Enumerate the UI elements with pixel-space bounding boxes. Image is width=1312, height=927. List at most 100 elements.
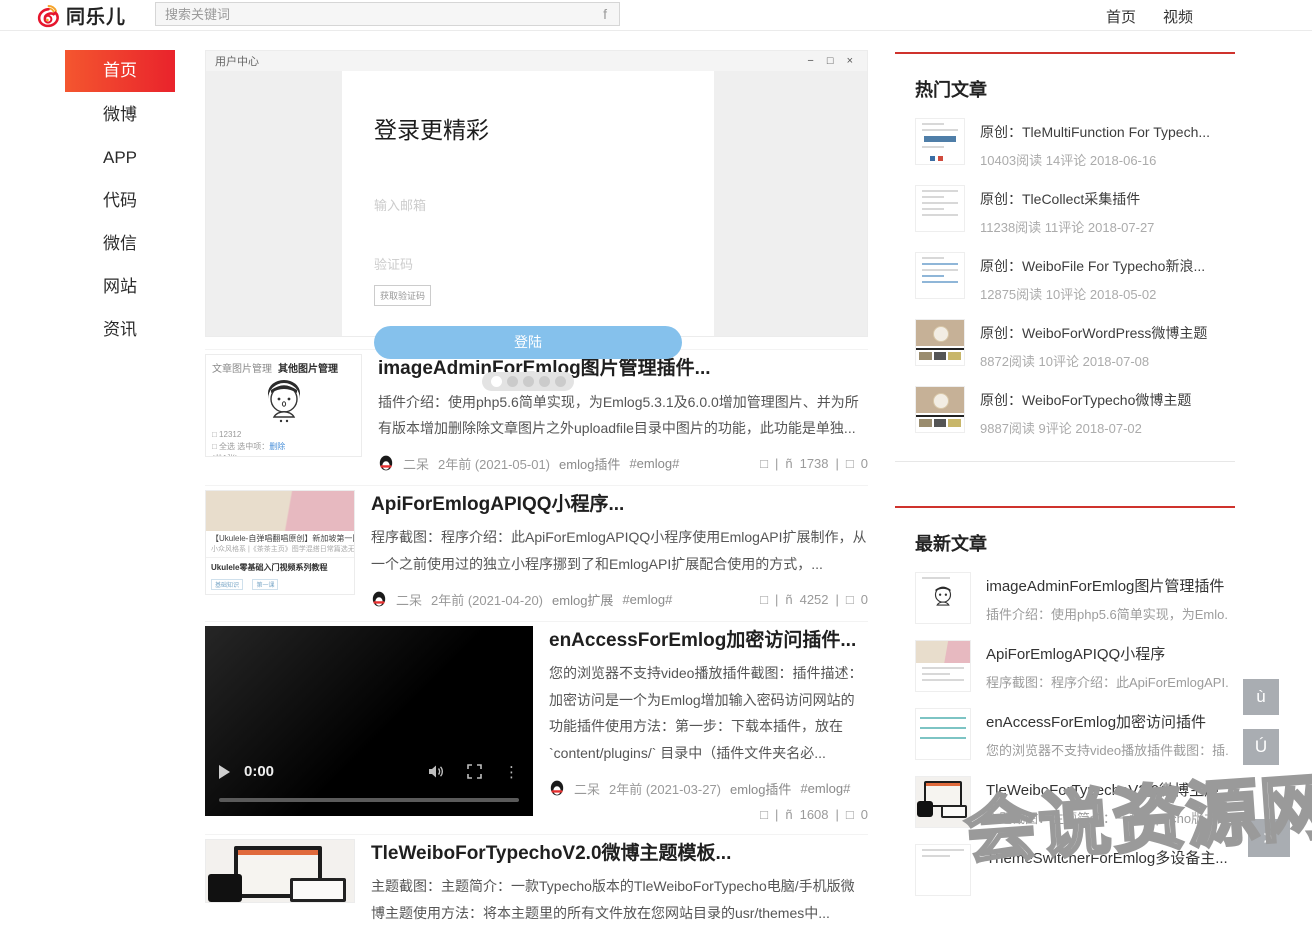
latest-thumb-mock: [915, 844, 971, 896]
latest-thumb-girl-mock: [915, 572, 971, 624]
article1-date: 2年前 (2021-05-01): [438, 456, 551, 472]
hot-item-2[interactable]: 原创：TleCollect采集插件 11238阅读 11评论 2018-07-2…: [895, 185, 1235, 236]
article1-title[interactable]: imageAdminForEmlog图片管理插件...: [378, 356, 868, 382]
video-controls: 0:00 ⋮: [205, 763, 533, 781]
play-button-icon[interactable]: [219, 764, 230, 779]
article2-tag[interactable]: #emlog#: [622, 592, 672, 607]
hot-item-title: 原创：WeiboForWordPress微博主题: [980, 325, 1208, 341]
hot-item-meta: 8872阅读 10评论 2018-07-08: [980, 354, 1150, 369]
dot: [522, 376, 534, 387]
left-sidebar-nav: 首页 微博 APP 代码 微信 网站 资讯: [65, 50, 175, 351]
hot-item-meta: 9887阅读 9评论 2018-07-02: [980, 421, 1142, 436]
fullscreen-icon[interactable]: [467, 764, 482, 779]
thumb-tabs: 文章图片管理 其他图片管理: [212, 364, 338, 375]
article4-thumbnail[interactable]: [205, 838, 355, 903]
mock-captcha-field: 验证码: [374, 257, 414, 272]
article1-excerpt: 插件介绍：使用php5.6简单实现，为Emlog5.3.1及6.0.0增加管理图…: [378, 393, 859, 437]
mock-login-panel: 登录更精彩 输入邮箱 验证码 获取验证码 登陆: [342, 71, 714, 391]
article1-hero-image[interactable]: 用户中心 − □ × 登录更精彩 输入邮箱 验证码 获取验证码 登陆: [205, 50, 868, 391]
top-nav-home[interactable]: 首页: [1106, 6, 1136, 27]
weibo-logo-icon: [36, 3, 63, 29]
views-icon: ñ: [785, 806, 793, 822]
article4-title[interactable]: TleWeiboForTypechoV2.0微博主题模板...: [371, 841, 868, 867]
qq-avatar-icon: [371, 591, 387, 607]
sidebar-item-home[interactable]: 首页: [65, 50, 175, 92]
article3-views: 1608: [799, 806, 829, 822]
mock-window-title: 用户中心: [215, 56, 259, 68]
sidebar-item-wechat[interactable]: 微信: [65, 222, 175, 265]
article3-author: 二呆: [574, 781, 601, 797]
hot-item-3[interactable]: 原创：WeiboFile For Typecho新浪... 12875阅读 10…: [895, 252, 1235, 303]
hot-thumb-theme-mock: [915, 386, 965, 433]
article3-tag[interactable]: #emlog#: [800, 781, 850, 796]
video-time: 0:00: [244, 763, 275, 781]
article2-body: ApiForEmlogAPIQQ小程序... 程序截图：程序介绍：此ApiFor…: [371, 490, 868, 609]
hot-item-1[interactable]: 原创：TleMultiFunction For Typech... 10403阅…: [895, 118, 1235, 169]
article-row-3: 0:00 ⋮ enAccessForEmlog加密访问插件... 您的浏览器不支…: [205, 620, 868, 822]
latest-item-4[interactable]: TleWeiboForTypechoV2.0微博主题... 主题截图：主题简介：…: [895, 776, 1235, 828]
article-row-1: 文章图片管理其他图片管理 □ 12312 □ 全选 选中项：删除 (共1张): [205, 349, 868, 473]
hot-item-title: 原创：TleMultiFunction For Typech...: [980, 124, 1211, 140]
hot-item-meta: 11238阅读 11评论 2018-07-27: [980, 220, 1155, 235]
latest-thumb-devices-mock: [915, 776, 971, 828]
article2-category[interactable]: emlog扩展: [552, 590, 613, 609]
latest-item-3[interactable]: enAccessForEmlog加密访问插件 您的浏览器不支持video播放插件…: [895, 708, 1235, 760]
sidebar-item-app[interactable]: APP: [65, 136, 175, 179]
latest-item-1[interactable]: imageAdminForEmlog图片管理插件 插件介绍：使用php5.6简单…: [895, 572, 1235, 624]
article2-thumbnail[interactable]: 【Ukulele-自弹唱翻唱原创】新加坡第一网红茶 小众风格系 |《茶茶主页》图…: [205, 489, 355, 595]
hot-item-5[interactable]: 原创：WeiboForTypecho微博主题 9887阅读 9评论 2018-0…: [895, 386, 1235, 437]
girl-drawing: [206, 377, 361, 429]
article3-title[interactable]: enAccessForEmlog加密访问插件...: [549, 628, 868, 654]
article2-stats: □ | ñ 4252 | □ 0: [760, 591, 868, 607]
latest-item-title: ApiForEmlogAPIQQ小程序: [986, 646, 1166, 663]
video-menu-icon[interactable]: ⋮: [504, 763, 519, 781]
video-progress-bar[interactable]: [219, 797, 519, 802]
article3-category[interactable]: emlog插件: [730, 779, 791, 798]
article3-stats: □ | ñ 1608 | □ 0: [760, 806, 868, 822]
top-nav: 首页 视频: [1106, 6, 1193, 27]
hot-item-meta: 12875阅读 10评论 2018-05-02: [980, 287, 1157, 302]
article2-title[interactable]: ApiForEmlogAPIQQ小程序...: [371, 492, 868, 518]
hot-articles-block: 热门文章 原创：TleMultiFunction For Typech... 1…: [895, 52, 1235, 462]
site-logo[interactable]: 同乐儿: [36, 2, 126, 29]
volume-icon[interactable]: [428, 764, 445, 779]
top-nav-video[interactable]: 视频: [1163, 6, 1193, 27]
article4-excerpt: 主题截图：主题简介：一款Typecho版本的TleWeiboForTypecho…: [371, 878, 855, 921]
mock-login-heading: 登录更精彩: [374, 117, 489, 143]
article3-video-player[interactable]: 0:00 ⋮: [205, 625, 533, 816]
latest-item-title: ThemeSwitcherForEmlog多设备主...: [986, 850, 1228, 867]
article1-category[interactable]: emlog插件: [559, 454, 620, 473]
article2-comments: 0: [860, 591, 868, 607]
top-header: 同乐儿 f 首页 视频: [0, 0, 1312, 31]
views-icon: ñ: [785, 455, 793, 471]
float-button-qr-icon[interactable]: Ú: [1243, 729, 1279, 765]
float-button-top-icon[interactable]: ù: [1243, 679, 1279, 715]
food-photo-mock: [206, 490, 354, 531]
search-input[interactable]: [156, 4, 600, 24]
article-row-2: 【Ukulele-自弹唱翻唱原创】新加坡第一网红茶 小众风格系 |《茶茶主页》图…: [205, 484, 868, 609]
dot: [506, 376, 518, 387]
qq-avatar-icon: [549, 780, 565, 796]
latest-item-excerpt: 程序截图：程序介绍：此ApiForEmlogAPI...: [986, 675, 1229, 690]
article1-tag[interactable]: #emlog#: [629, 456, 679, 471]
article2-views: 4252: [799, 591, 829, 607]
article3-date: 2年前 (2021-03-27): [609, 781, 722, 797]
article3-comments: 0: [860, 806, 868, 822]
mock-email-field: 输入邮箱: [374, 198, 427, 213]
mock-carousel-dots: [482, 372, 574, 391]
comments-icon: □: [845, 591, 854, 607]
sidebar-item-website[interactable]: 网站: [65, 265, 175, 308]
sidebar-item-news[interactable]: 资讯: [65, 308, 175, 351]
corner-next-button[interactable]: >: [1248, 819, 1290, 857]
hot-thumb-code-mock: [915, 252, 965, 299]
sidebar-item-weibo[interactable]: 微博: [65, 93, 175, 136]
latest-item-2[interactable]: ApiForEmlogAPIQQ小程序 程序截图：程序介绍：此ApiForEml…: [895, 640, 1235, 692]
thumb-caption: □ 12312 □ 全选 选中项：删除 (共1张): [212, 430, 286, 456]
search-icon[interactable]: f: [599, 6, 619, 22]
hot-item-4[interactable]: 原创：WeiboForWordPress微博主题 8872阅读 10评论 201…: [895, 319, 1235, 370]
floating-buttons: ù Ú: [1243, 679, 1279, 779]
latest-item-5[interactable]: ThemeSwitcherForEmlog多设备主...: [895, 844, 1235, 896]
article1-thumbnail[interactable]: 文章图片管理其他图片管理 □ 12312 □ 全选 选中项：删除 (共1张): [205, 354, 362, 457]
article1-author: 二呆: [403, 456, 430, 472]
sidebar-item-code[interactable]: 代码: [65, 179, 175, 222]
